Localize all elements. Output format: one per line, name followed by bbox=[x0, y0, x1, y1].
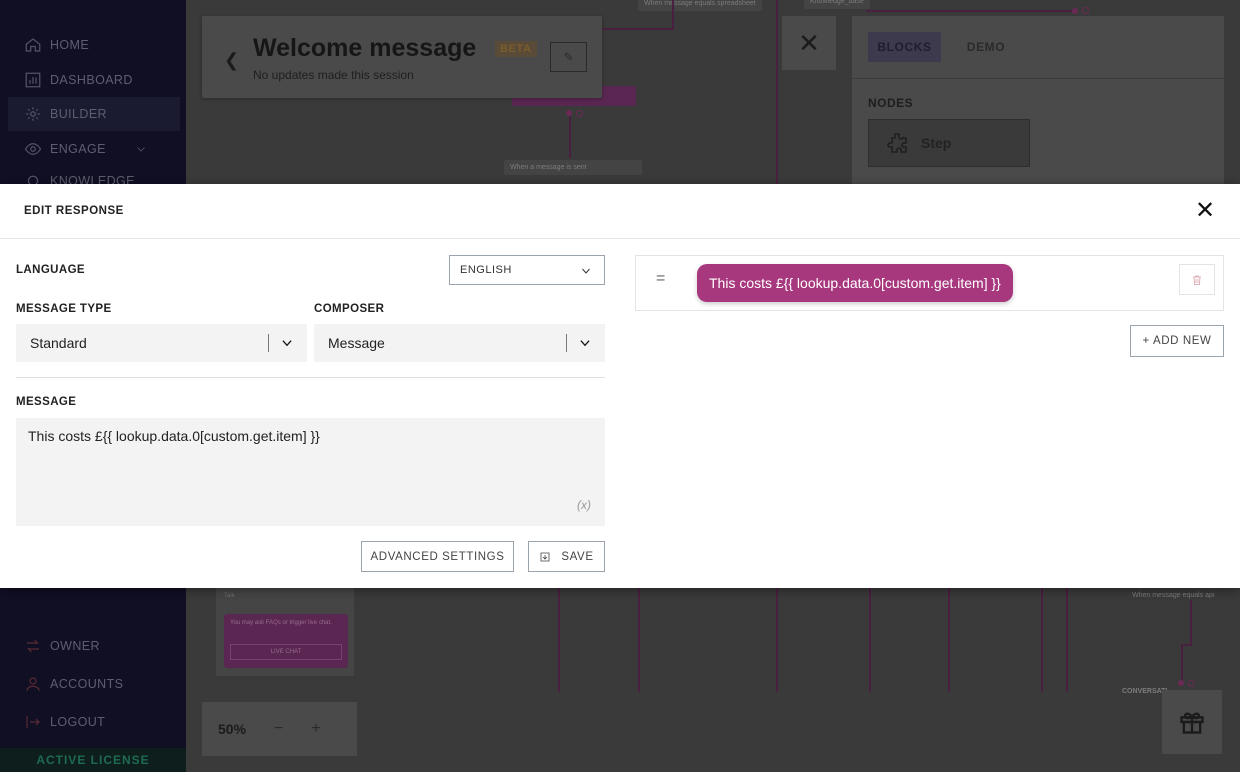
live-chat-button[interactable]: LIVE CHAT bbox=[230, 644, 342, 660]
save-button[interactable]: SAVE bbox=[528, 541, 605, 572]
modal-header: EDIT RESPONSE ✕ bbox=[0, 184, 1240, 239]
message-label: MESSAGE bbox=[16, 396, 77, 408]
edit-response-modal: EDIT RESPONSE ✕ LANGUAGE ENGLISH MESSAGE… bbox=[0, 184, 1240, 588]
sidebar-item-logout[interactable]: LOGOUT bbox=[24, 712, 105, 732]
message-textarea[interactable]: This costs £{{ lookup.data.0[custom.get.… bbox=[16, 418, 605, 526]
sidebar-item-label: LOGOUT bbox=[50, 715, 106, 729]
edit-button[interactable]: ✎ bbox=[550, 42, 587, 72]
sidebar-item-label: OWNER bbox=[50, 639, 100, 653]
node-trigger-sent[interactable]: When a message is sent bbox=[504, 160, 642, 175]
node-subtitle: Talk bbox=[224, 593, 235, 599]
sidebar-item-label: DASHBOARD bbox=[50, 73, 133, 87]
builder-icon bbox=[26, 107, 40, 121]
sidebar-item-engage[interactable]: ENGAGE bbox=[24, 139, 169, 159]
chevron-down-icon bbox=[137, 147, 145, 152]
node-trigger-api[interactable]: When message equals api bbox=[1126, 588, 1240, 603]
license-status: ACTIVE LICENSE bbox=[0, 748, 186, 772]
composer-label: COMPOSER bbox=[314, 303, 385, 315]
bulb-icon bbox=[27, 175, 39, 184]
gift-icon bbox=[1180, 712, 1204, 734]
step-label: Step bbox=[921, 135, 952, 151]
drag-handle-icon[interactable]: = bbox=[656, 270, 665, 288]
delete-button[interactable] bbox=[1179, 264, 1215, 295]
add-new-button[interactable]: + ADD NEW bbox=[1130, 325, 1224, 357]
language-label: LANGUAGE bbox=[16, 264, 86, 276]
close-icon: ✕ bbox=[798, 27, 820, 58]
advanced-settings-button[interactable]: ADVANCED SETTINGS bbox=[361, 541, 514, 572]
message-type-select[interactable]: Standard bbox=[16, 324, 307, 362]
close-builder-button[interactable]: ✕ bbox=[782, 16, 836, 70]
sidebar-item-label: BUILDER bbox=[50, 107, 107, 121]
tab-blocks[interactable]: BLOCKS bbox=[868, 32, 941, 62]
sidebar-item-dashboard[interactable]: DASHBOARD bbox=[24, 70, 133, 90]
node-live-chat[interactable]: Conversation Talk You may ask FAQs or tr… bbox=[216, 580, 354, 676]
back-arrow-icon[interactable]: ❮ bbox=[224, 50, 239, 71]
step-node-item[interactable]: Step bbox=[868, 119, 1030, 167]
chevron-down-icon bbox=[282, 340, 292, 347]
zoom-in-button[interactable]: + bbox=[311, 720, 320, 738]
page-title: Welcome message bbox=[253, 34, 477, 62]
tab-demo[interactable]: DEMO bbox=[956, 32, 1016, 62]
zoom-level: 50% bbox=[218, 721, 247, 737]
flow-header: ❮ Welcome message BETA No updates made t… bbox=[202, 16, 602, 98]
sidebar-item-home[interactable]: HOME bbox=[24, 35, 89, 55]
puzzle-icon bbox=[887, 133, 907, 153]
logout-icon bbox=[26, 716, 40, 728]
composer-select[interactable]: Message bbox=[314, 324, 605, 362]
trash-icon bbox=[1193, 275, 1201, 285]
live-chat-message: You may ask FAQs or trigger live chat. L… bbox=[224, 614, 348, 668]
dashboard-icon bbox=[25, 72, 41, 88]
nodes-heading: NODES bbox=[868, 96, 914, 110]
message-type-value: Standard bbox=[30, 335, 87, 351]
modal-close-button[interactable]: ✕ bbox=[1193, 197, 1217, 224]
gift-button[interactable] bbox=[1162, 690, 1222, 754]
message-type-label: MESSAGE TYPE bbox=[16, 303, 112, 315]
save-label: SAVE bbox=[561, 550, 594, 563]
chevron-down-icon bbox=[580, 340, 590, 347]
zoom-control: 50% − + bbox=[202, 702, 357, 756]
sidebar-item-label: ENGAGE bbox=[50, 142, 106, 156]
zoom-out-button[interactable]: − bbox=[274, 720, 283, 738]
blocks-panel: BLOCKS DEMO NODES Step bbox=[852, 16, 1224, 184]
modal-title: EDIT RESPONSE bbox=[24, 205, 124, 217]
sidebar-item-builder[interactable]: BUILDER bbox=[8, 97, 180, 131]
save-icon bbox=[540, 552, 550, 561]
message-text: This costs £{{ lookup.data.0[custom.get.… bbox=[28, 428, 320, 444]
home-icon bbox=[25, 38, 41, 52]
eye-icon bbox=[24, 143, 42, 155]
language-select[interactable]: ENGLISH bbox=[449, 255, 605, 285]
edit-icon: ✎ bbox=[563, 50, 574, 64]
page-subtitle: No updates made this session bbox=[253, 68, 414, 82]
language-value: ENGLISH bbox=[460, 264, 512, 276]
chevron-down-icon bbox=[582, 268, 590, 274]
sidebar-item-label: ACCOUNTS bbox=[50, 677, 124, 691]
sidebar-item-knowledge[interactable]: KNOWLEDGE bbox=[24, 174, 169, 184]
composer-value: Message bbox=[328, 335, 385, 351]
sidebar-item-owner[interactable]: OWNER bbox=[24, 636, 100, 656]
close-icon: ✕ bbox=[1194, 197, 1216, 224]
sidebar-item-label: HOME bbox=[50, 38, 90, 52]
sidebar-item-accounts[interactable]: ACCOUNTS bbox=[24, 674, 123, 694]
user-icon bbox=[26, 677, 40, 691]
swap-icon bbox=[27, 639, 39, 653]
sidebar-item-label: KNOWLEDGE bbox=[50, 174, 135, 184]
beta-badge: BETA bbox=[495, 41, 537, 57]
node-knowledge-base[interactable]: Knowledge_base bbox=[804, 0, 870, 9]
message-bubble[interactable]: This costs £{{ lookup.data.0[custom.get.… bbox=[697, 264, 1013, 302]
node-trigger-spreadsheet[interactable]: When message equals spreadsheet bbox=[638, 0, 762, 11]
response-preview: = This costs £{{ lookup.data.0[custom.ge… bbox=[635, 255, 1224, 311]
variable-insert-button[interactable]: (x) bbox=[577, 498, 591, 512]
